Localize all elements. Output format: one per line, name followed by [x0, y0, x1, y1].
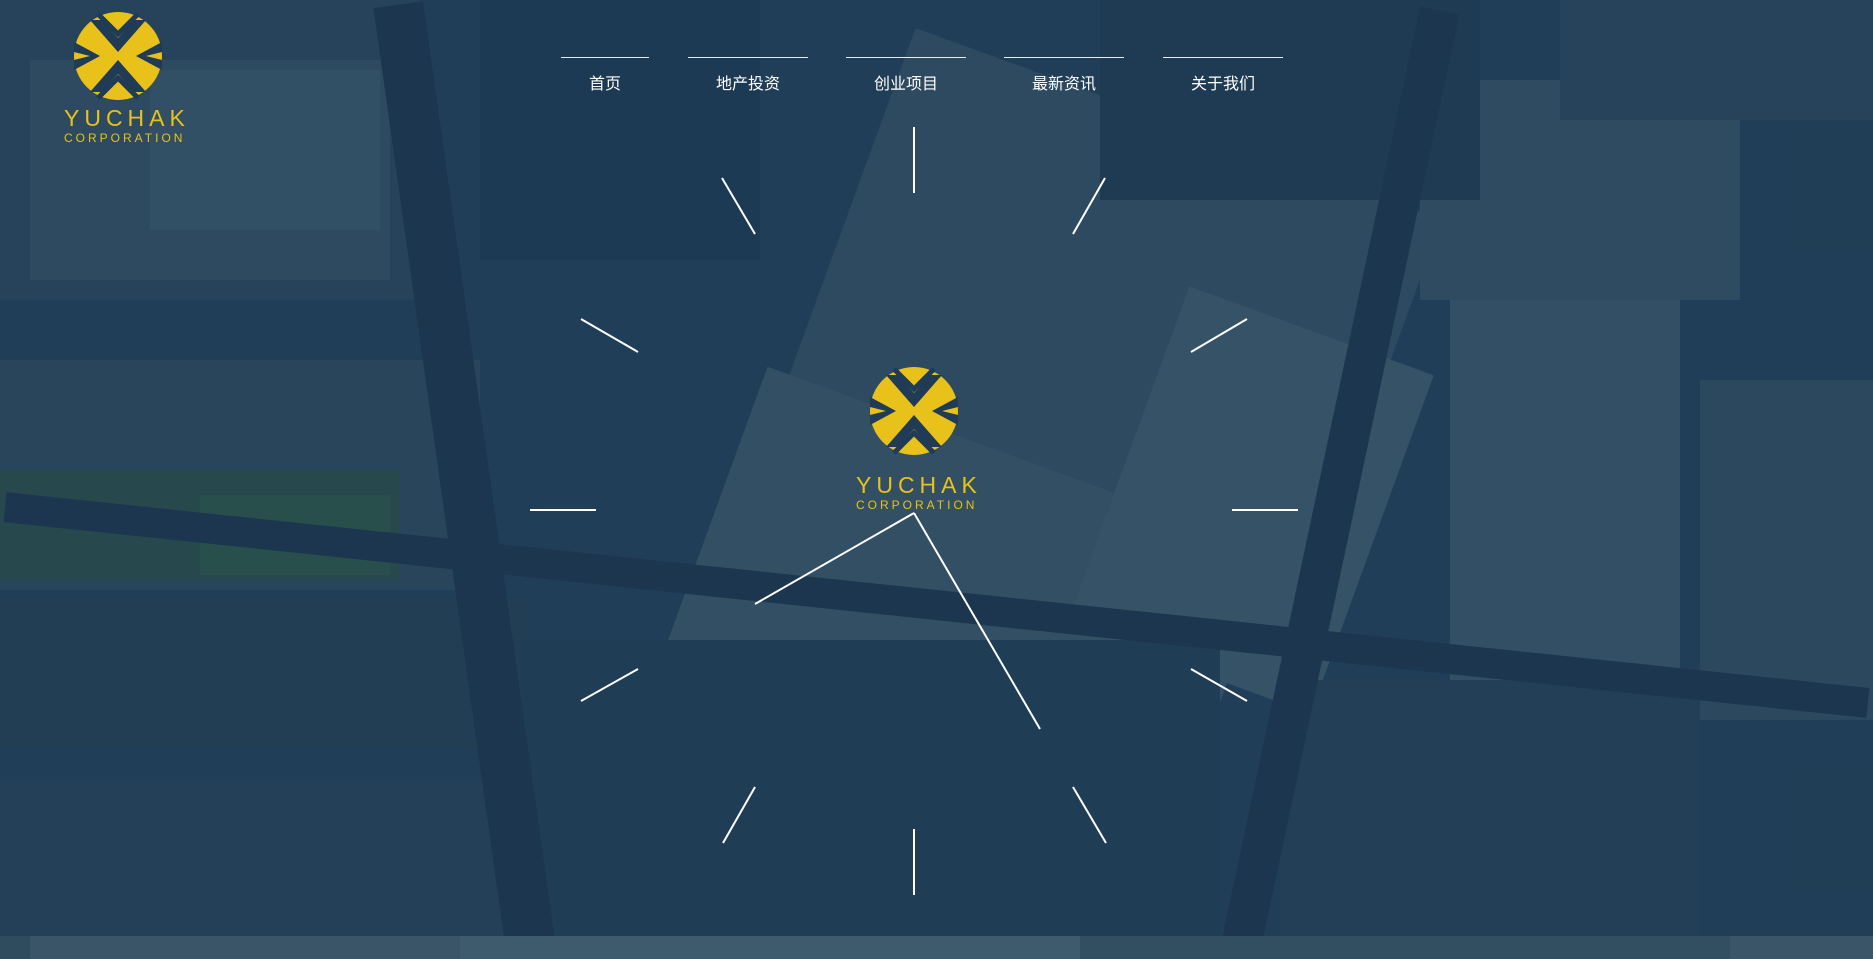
clock-tick-1: [1072, 177, 1106, 235]
clock-brand-name: YUCHAK: [856, 472, 982, 498]
clock-center-logo: YUCHAK CORPORATION: [852, 366, 982, 516]
clock-tick-2: [1190, 318, 1248, 353]
clock-tick-7: [722, 786, 756, 844]
clock-tick-10: [580, 318, 639, 353]
clock-tick-11: [721, 177, 756, 235]
clock-tick-5: [1072, 786, 1107, 844]
clock-brand-subtitle: CORPORATION: [856, 498, 978, 512]
clock-tick-8: [580, 668, 639, 702]
clock-minute-hand: [913, 512, 1041, 730]
landing-page: YUCHAK CORPORATION 首页 地产投资 创业项目 最新资讯 关于我…: [0, 0, 1873, 959]
clock-tick-4: [1190, 668, 1248, 702]
yuchak-emblem-icon: [870, 367, 958, 455]
clock-hour-hand: [754, 512, 915, 605]
